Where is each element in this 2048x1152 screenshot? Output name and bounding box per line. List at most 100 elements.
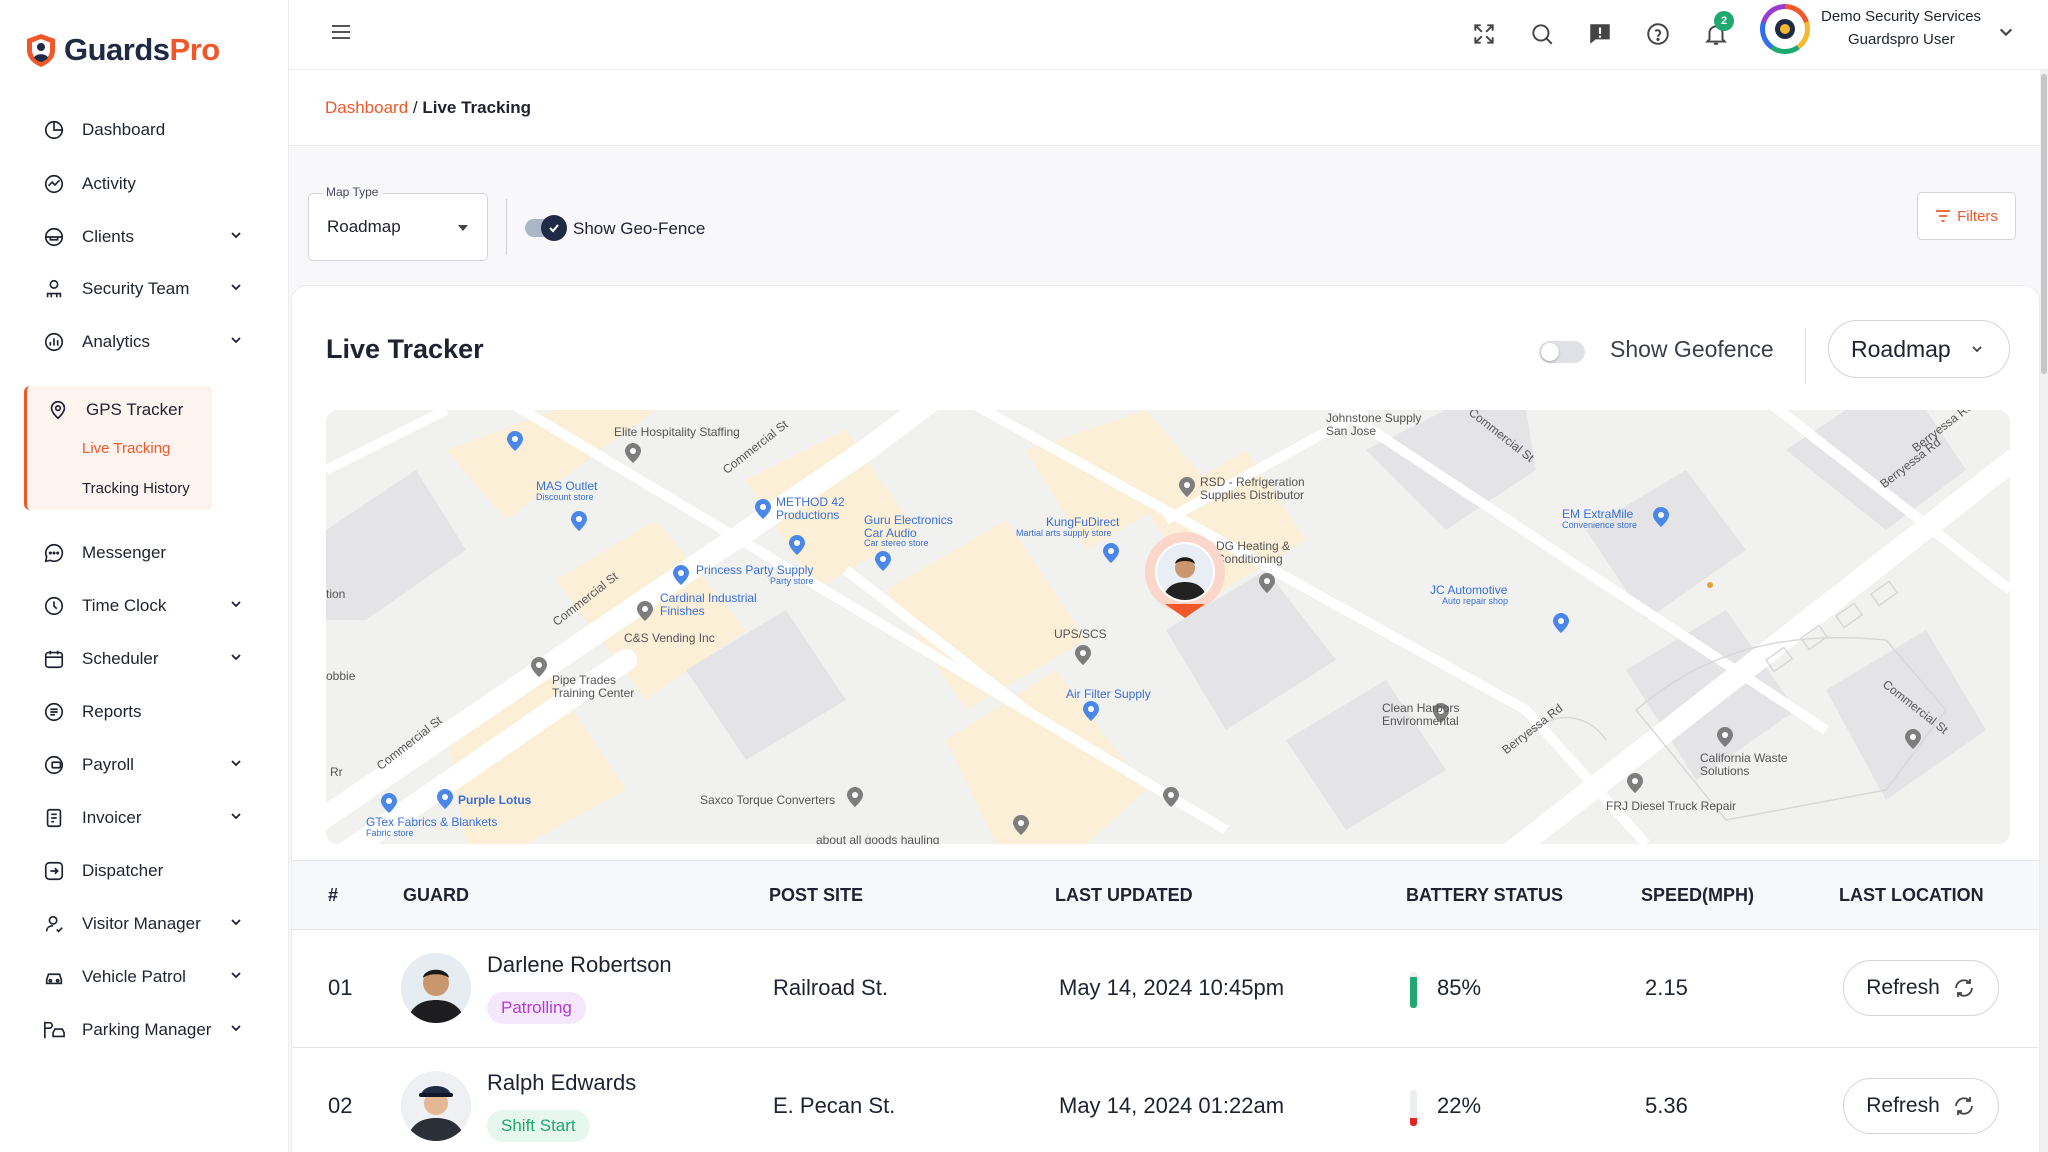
fullscreen-icon[interactable] bbox=[1468, 18, 1500, 50]
company-avatar[interactable] bbox=[1760, 4, 1810, 54]
sidebar-item-vehicle-patrol[interactable]: Vehicle Patrol bbox=[40, 957, 250, 997]
map-pin-icon[interactable] bbox=[788, 534, 806, 556]
map-pin-icon[interactable] bbox=[1652, 506, 1670, 528]
map-pin-icon[interactable] bbox=[874, 550, 892, 572]
sidebar-item-label: Messenger bbox=[82, 543, 167, 562]
sidebar-item-messenger[interactable]: Messenger bbox=[40, 533, 250, 573]
chevron-down-icon bbox=[231, 654, 241, 661]
sidebar-subitem-tracking-history[interactable]: Tracking History bbox=[82, 480, 190, 497]
map-pin-icon[interactable] bbox=[1904, 728, 1922, 750]
map-pin-icon[interactable] bbox=[1012, 814, 1030, 836]
sidebar-item-security-team[interactable]: Security Team bbox=[40, 269, 250, 309]
refresh-label: Refresh bbox=[1866, 1094, 1940, 1117]
sidebar-item-parking-manager[interactable]: Parking Manager bbox=[40, 1010, 250, 1050]
guard-location-marker[interactable] bbox=[1143, 530, 1227, 630]
map-place-label: JC Automotive Auto repair shop bbox=[1430, 584, 1508, 606]
map-place-label: DG Heating & Conditioning bbox=[1216, 539, 1291, 566]
sidebar-item-label: Time Clock bbox=[82, 596, 167, 615]
notification-badge: 2 bbox=[1714, 11, 1734, 31]
map-pin-icon[interactable] bbox=[1258, 572, 1276, 594]
map-pin-icon[interactable] bbox=[672, 564, 690, 586]
map-pin-icon[interactable] bbox=[506, 430, 524, 452]
refresh-label: Refresh bbox=[1866, 976, 1940, 999]
help-icon[interactable] bbox=[1642, 18, 1674, 50]
map-pin-icon[interactable] bbox=[636, 600, 654, 622]
last-updated: May 14, 2024 10:45pm bbox=[1059, 975, 1285, 1000]
scrollbar-thumb[interactable] bbox=[2041, 74, 2047, 374]
check-icon bbox=[549, 224, 559, 233]
sidebar-subitem-live-tracking[interactable]: Live Tracking bbox=[82, 440, 170, 457]
search-icon[interactable] bbox=[1526, 18, 1558, 50]
map-type-select[interactable]: Map Type Roadmap bbox=[308, 185, 488, 261]
map-pin-icon[interactable] bbox=[380, 792, 398, 814]
map-pin-icon[interactable] bbox=[1102, 542, 1120, 564]
map-pin-icon[interactable] bbox=[1074, 644, 1092, 666]
map-place-type: Discount store bbox=[536, 491, 594, 502]
table-row[interactable]: 02 Ralph Edwards Shift Start E. Pecan St… bbox=[292, 1048, 2039, 1152]
map-pin-icon[interactable] bbox=[846, 786, 864, 808]
guard-name[interactable]: Ralph Edwards bbox=[487, 1070, 636, 1096]
sidebar-item-visitor-manager[interactable]: Visitor Manager bbox=[40, 904, 250, 944]
map-type-dropdown[interactable]: Roadmap bbox=[1828, 320, 2010, 378]
calendar-icon bbox=[40, 645, 68, 673]
page-scrollbar[interactable] bbox=[2040, 70, 2048, 1152]
map-pin-icon[interactable] bbox=[624, 442, 642, 464]
map-pin-icon[interactable] bbox=[436, 788, 454, 810]
filters-button[interactable]: Filters bbox=[1917, 192, 2016, 240]
map-place-label: Rr bbox=[330, 765, 343, 779]
map-pin-icon[interactable] bbox=[1178, 476, 1196, 498]
column-header-last-location: LAST LOCATION bbox=[1839, 885, 1984, 905]
brand-logo[interactable]: GuardsPro bbox=[24, 32, 220, 68]
refresh-icon bbox=[1954, 979, 1973, 997]
visitor-icon bbox=[40, 910, 68, 938]
map-place-label: obbie bbox=[326, 669, 356, 683]
caret-down-icon bbox=[458, 225, 468, 231]
guard-photo bbox=[401, 1071, 471, 1141]
sidebar-item-dashboard[interactable]: Dashboard bbox=[40, 110, 250, 150]
map-pin-icon[interactable] bbox=[530, 656, 548, 678]
sidebar-item-reports[interactable]: Reports bbox=[40, 692, 250, 732]
map-pin-icon[interactable] bbox=[1626, 772, 1644, 794]
sidebar-item-label: Dispatcher bbox=[82, 861, 164, 880]
table-row[interactable]: 01 Darlene Robertson Patrolling Railroad… bbox=[292, 930, 2039, 1048]
guard-name[interactable]: Darlene Robertson bbox=[487, 952, 672, 978]
column-header-last-updated: LAST UPDATED bbox=[1055, 885, 1193, 905]
live-map[interactable]: Elite Hospitality Staffing MAS Outlet Dis… bbox=[326, 410, 2010, 844]
map-pin-icon[interactable] bbox=[1552, 612, 1570, 634]
sidebar-item-label: Analytics bbox=[82, 332, 151, 351]
sidebar-item-analytics[interactable]: Analytics bbox=[40, 322, 250, 362]
sidebar-item-gps-tracker[interactable]: GPS Tracker bbox=[44, 390, 254, 430]
refresh-button[interactable]: Refresh bbox=[1843, 960, 1999, 1016]
breadcrumb-dashboard-link[interactable]: Dashboard bbox=[325, 98, 408, 117]
map-pin-icon[interactable] bbox=[1162, 786, 1180, 808]
feedback-icon[interactable] bbox=[1584, 18, 1616, 50]
map-pin-icon[interactable] bbox=[754, 498, 772, 520]
sidebar-item-time-clock[interactable]: Time Clock bbox=[40, 586, 250, 626]
row-number: 01 bbox=[328, 975, 353, 1000]
sidebar-item-activity[interactable]: Activity bbox=[40, 164, 250, 204]
sidebar-item-payroll[interactable]: Payroll bbox=[40, 745, 250, 785]
map-pin-icon[interactable] bbox=[570, 510, 588, 532]
map-pin-icon[interactable] bbox=[1716, 726, 1734, 748]
map-place-name: GTex Fabrics & Blankets bbox=[366, 815, 498, 829]
column-header-speed: SPEED(MPH) bbox=[1641, 885, 1755, 905]
sidebar-item-dispatcher[interactable]: Dispatcher bbox=[40, 851, 250, 891]
user-menu-chevron-icon[interactable] bbox=[1998, 24, 2014, 40]
chevron-down-icon bbox=[231, 232, 241, 239]
map-pin-icon[interactable] bbox=[1082, 700, 1100, 722]
messenger-icon bbox=[40, 539, 68, 567]
sidebar-item-scheduler[interactable]: Scheduler bbox=[40, 639, 250, 679]
menu-icon[interactable] bbox=[329, 20, 353, 44]
chevron-down-icon bbox=[231, 760, 241, 767]
post-site: Railroad St. bbox=[773, 975, 888, 1000]
sidebar-item-invoicer[interactable]: Invoicer bbox=[40, 798, 250, 838]
sidebar-item-clients[interactable]: Clients bbox=[40, 217, 250, 257]
chevron-down-icon bbox=[231, 919, 241, 926]
geofence-toggle[interactable] bbox=[525, 215, 567, 241]
activity-icon bbox=[40, 170, 68, 198]
refresh-button[interactable]: Refresh bbox=[1843, 1078, 1999, 1134]
brand-name-part1: Guards bbox=[64, 32, 170, 67]
show-geofence-toggle[interactable] bbox=[1539, 341, 1585, 363]
map-place-label: Princess Party Supply Party store bbox=[696, 564, 814, 586]
post-site: E. Pecan St. bbox=[773, 1093, 896, 1118]
